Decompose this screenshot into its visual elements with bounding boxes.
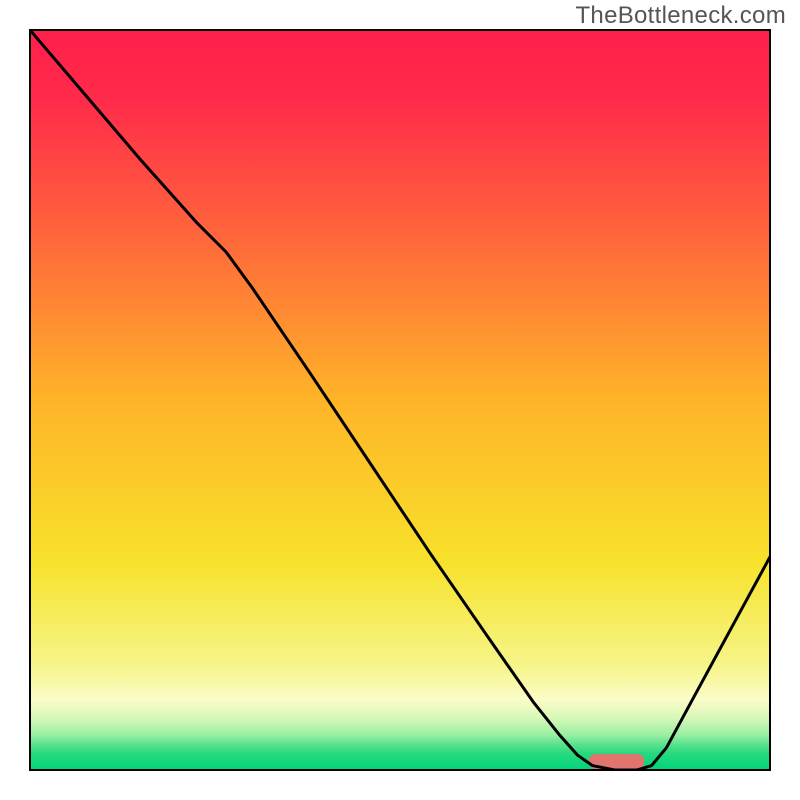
heatmap-background bbox=[30, 30, 770, 770]
chart-container: TheBottleneck.com bbox=[0, 0, 800, 800]
watermark-text: TheBottleneck.com bbox=[575, 2, 786, 30]
bottleneck-chart bbox=[0, 0, 800, 800]
